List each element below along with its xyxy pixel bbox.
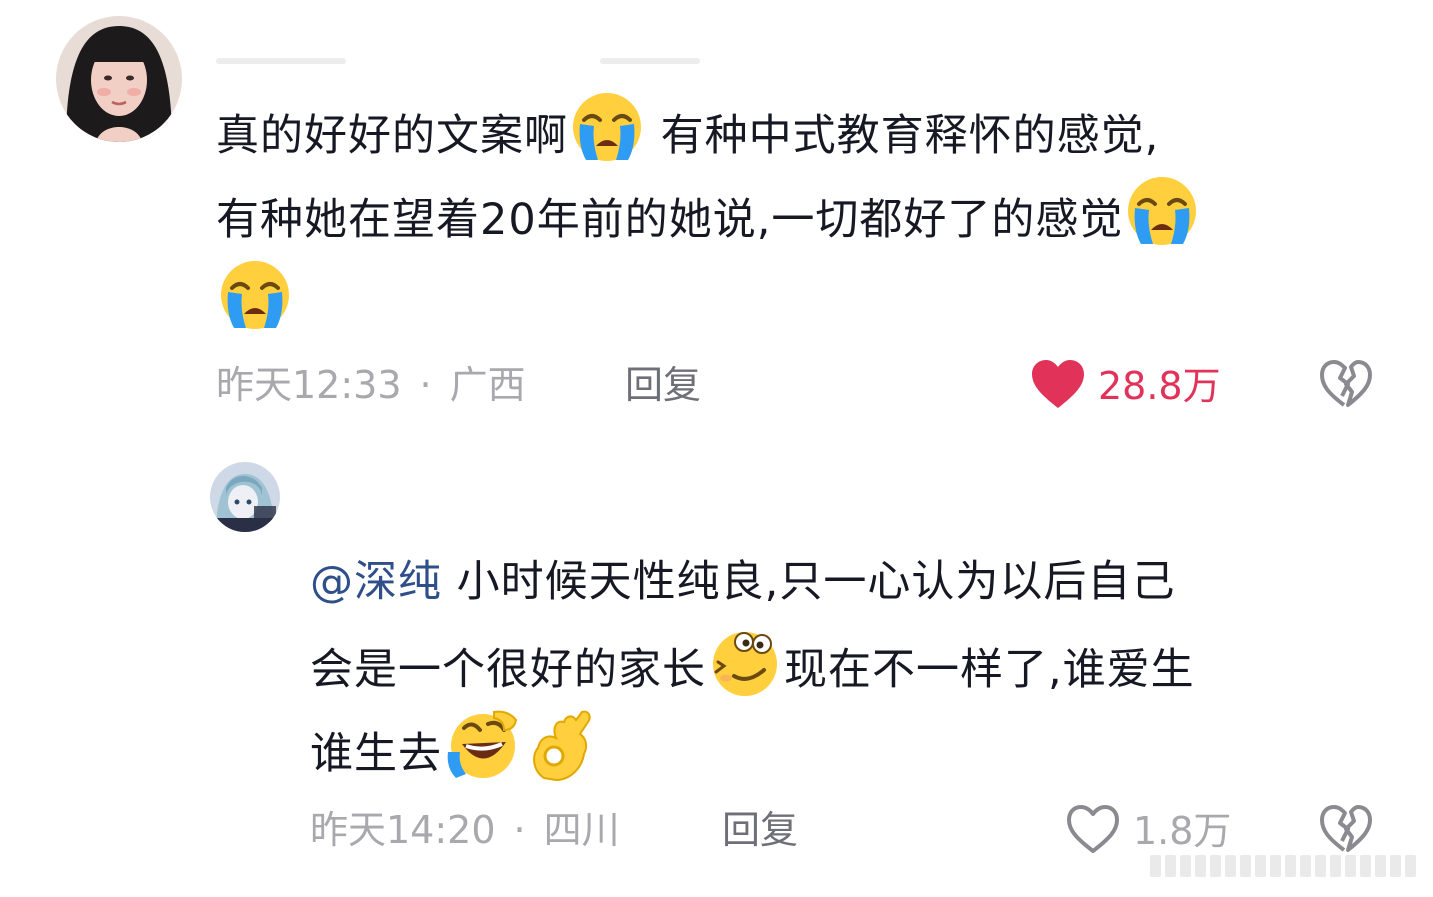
reply-text-line-3: 谁生去 <box>310 729 442 779</box>
like-count: 1.8万 <box>1133 809 1232 853</box>
comment-time: 昨天12:33 <box>216 363 402 407</box>
loudly-crying-face-icon <box>570 90 644 164</box>
commenter-avatar[interactable] <box>56 16 182 142</box>
comment-text-line-1a: 真的好好的文案啊 <box>216 111 568 161</box>
reply-text: @深纯 小时候天性纯良,只一心认为以后自己 会是一个很好的家长 现在不一样了,谁爱… <box>310 540 1195 792</box>
comment-meta: 昨天12:33 · 广西 <box>216 360 526 410</box>
reply-button[interactable]: 回复 <box>625 360 701 410</box>
replier-avatar[interactable] <box>210 462 280 532</box>
watermark <box>1150 850 1420 882</box>
heart-outline-icon <box>1065 803 1121 859</box>
commenter-name-redacted-2 <box>600 58 700 64</box>
reply-location: 四川 <box>543 808 620 852</box>
comment-text: 真的好好的文案啊 有种中式教育释怀的感觉, 有种她在望着20年前的她说,一切都好… <box>216 90 1201 342</box>
heart-filled-icon <box>1030 358 1086 414</box>
comment-text-line-2: 有种她在望着20年前的她说,一切都好了的感觉 <box>216 195 1124 245</box>
dislike-button[interactable] <box>1318 358 1374 414</box>
loudly-crying-face-icon <box>218 258 292 332</box>
reply-text-line-1: 小时候天性纯良,只一心认为以后自己 <box>442 557 1176 607</box>
mention-link[interactable]: @深纯 <box>310 557 442 607</box>
ok-hand-icon <box>526 708 596 782</box>
broken-heart-icon <box>1318 360 1374 414</box>
meta-separator: · <box>419 363 432 407</box>
like-button[interactable]: 28.8万 <box>1030 358 1221 414</box>
woozy-face-icon <box>708 624 782 698</box>
reply-text-line-2b: 现在不一样了,谁爱生 <box>784 645 1195 695</box>
rolling-laughing-face-icon <box>444 708 522 782</box>
reply-meta: 昨天14:20 · 四川 <box>310 805 620 855</box>
like-count: 28.8万 <box>1098 364 1221 408</box>
commenter-name-redacted[interactable] <box>216 58 346 64</box>
reply-time: 昨天14:20 <box>310 808 496 852</box>
reply-text-line-2a: 会是一个很好的家长 <box>310 645 706 695</box>
loudly-crying-face-icon <box>1125 174 1199 248</box>
reply-button[interactable]: 回复 <box>722 805 798 855</box>
comment-location: 广西 <box>449 363 526 407</box>
comment-text-line-1b: 有种中式教育释怀的感觉, <box>646 111 1160 161</box>
meta-separator: · <box>513 808 526 852</box>
